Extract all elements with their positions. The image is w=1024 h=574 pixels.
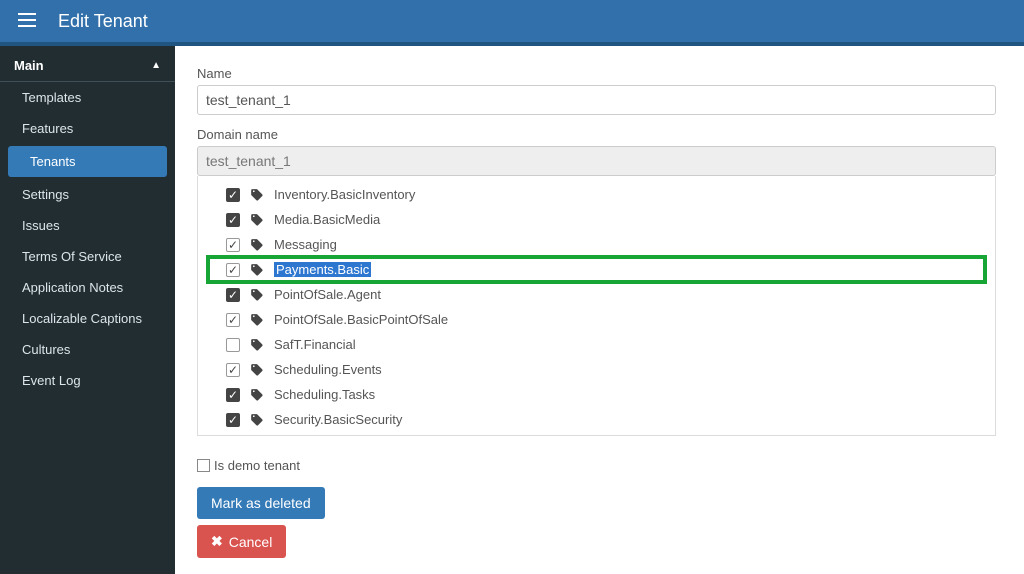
chevron-up-icon: ▲ bbox=[151, 60, 161, 71]
sidebar-item-templates[interactable]: Templates bbox=[0, 82, 175, 113]
cancel-label: Cancel bbox=[229, 534, 273, 550]
sidebar-item-cultures[interactable]: Cultures bbox=[0, 334, 175, 365]
feature-list-panel: ✓ Inventory.BasicInventory ✓ Media.BasicMed… bbox=[197, 176, 996, 436]
sidebar-item-application-notes[interactable]: Application Notes bbox=[0, 272, 175, 303]
feature-row: ✓ Scheduling.Tasks bbox=[208, 382, 985, 407]
check-icon: ✓ bbox=[228, 414, 238, 426]
feature-label[interactable]: Media.BasicMedia bbox=[274, 212, 380, 227]
feature-label[interactable]: SafT.Financial bbox=[274, 337, 356, 352]
feature-row: ✓ Inventory.BasicInventory bbox=[208, 182, 985, 207]
check-icon: ✓ bbox=[228, 189, 238, 201]
feature-checkbox[interactable]: ✓ bbox=[226, 363, 240, 377]
name-label: Name bbox=[197, 66, 996, 81]
check-icon: ✓ bbox=[228, 289, 238, 301]
sidebar-item-label: Terms Of Service bbox=[22, 249, 122, 264]
tag-icon bbox=[250, 413, 264, 427]
feature-checkbox[interactable]: ✓ bbox=[226, 288, 240, 302]
check-icon: ✓ bbox=[228, 214, 238, 226]
tag-icon bbox=[250, 263, 264, 277]
feature-label[interactable]: Scheduling.Tasks bbox=[274, 387, 375, 402]
tag-icon bbox=[250, 313, 264, 327]
sidebar-item-label: Application Notes bbox=[22, 280, 123, 295]
name-input[interactable] bbox=[197, 85, 996, 115]
tag-icon bbox=[250, 363, 264, 377]
feature-label[interactable]: PointOfSale.BasicPointOfSale bbox=[274, 312, 448, 327]
mark-as-deleted-button[interactable]: Mark as deleted bbox=[197, 487, 325, 519]
sidebar-item-label: Cultures bbox=[22, 342, 70, 357]
sidebar-item-label: Templates bbox=[22, 90, 81, 105]
sidebar-item-features[interactable]: Features bbox=[0, 113, 175, 144]
feature-checkbox[interactable]: ✓ bbox=[226, 238, 240, 252]
sidebar-item-label: Features bbox=[22, 121, 73, 136]
sidebar-item-label: Issues bbox=[22, 218, 60, 233]
is-demo-row: Is demo tenant bbox=[197, 458, 996, 473]
feature-row: ✓ Payments.Basic bbox=[208, 257, 985, 282]
tag-icon bbox=[250, 188, 264, 202]
check-icon: ✓ bbox=[228, 364, 238, 376]
feature-label[interactable]: Scheduling.Events bbox=[274, 362, 382, 377]
sidebar-section-title: Main bbox=[14, 58, 44, 73]
check-icon: ✓ bbox=[228, 389, 238, 401]
sidebar-item-issues[interactable]: Issues bbox=[0, 210, 175, 241]
feature-row: ✓ Messaging bbox=[208, 232, 985, 257]
feature-row: ✓ Scheduling.Events bbox=[208, 357, 985, 382]
sidebar: Main ▲ Templates Features Tenants Settings I… bbox=[0, 46, 175, 574]
main-content: Name Domain name ✓ Inventory.BasicInvento… bbox=[175, 46, 1024, 574]
domain-name-input bbox=[197, 146, 996, 176]
feature-checkbox[interactable]: ✓ bbox=[226, 188, 240, 202]
feature-checkbox[interactable] bbox=[226, 338, 240, 352]
feature-label[interactable]: Security.BasicSecurity bbox=[274, 412, 402, 427]
sidebar-item-tenants[interactable]: Tenants bbox=[8, 146, 167, 177]
sidebar-item-label: Tenants bbox=[30, 154, 76, 169]
feature-checkbox[interactable]: ✓ bbox=[226, 413, 240, 427]
feature-checkbox[interactable]: ✓ bbox=[226, 313, 240, 327]
is-demo-checkbox[interactable] bbox=[197, 459, 210, 472]
sidebar-section-header[interactable]: Main ▲ bbox=[0, 46, 175, 82]
sidebar-item-event-log[interactable]: Event Log bbox=[0, 365, 175, 396]
check-icon: ✓ bbox=[228, 239, 238, 251]
check-icon: ✓ bbox=[228, 314, 238, 326]
sidebar-item-settings[interactable]: Settings bbox=[0, 179, 175, 210]
feature-list-scroll[interactable]: ✓ Inventory.BasicInventory ✓ Media.BasicMed… bbox=[198, 176, 995, 435]
tag-icon bbox=[250, 338, 264, 352]
feature-checkbox[interactable]: ✓ bbox=[226, 213, 240, 227]
feature-row: ✓ Media.BasicMedia bbox=[208, 207, 985, 232]
tag-icon bbox=[250, 213, 264, 227]
feature-row: ✓ PointOfSale.Agent bbox=[208, 282, 985, 307]
tag-icon bbox=[250, 238, 264, 252]
sidebar-item-label: Event Log bbox=[22, 373, 81, 388]
topbar: Edit Tenant bbox=[0, 0, 1024, 42]
feature-row: ✓ PointOfSale.BasicPointOfSale bbox=[208, 307, 985, 332]
hamburger-icon[interactable] bbox=[18, 13, 36, 30]
tag-icon bbox=[250, 388, 264, 402]
cancel-button[interactable]: ✖ Cancel bbox=[197, 525, 286, 558]
feature-checkbox[interactable]: ✓ bbox=[226, 388, 240, 402]
is-demo-label: Is demo tenant bbox=[214, 458, 300, 473]
feature-label[interactable]: Payments.Basic bbox=[274, 262, 371, 277]
close-icon: ✖ bbox=[211, 533, 223, 550]
sidebar-item-label: Localizable Captions bbox=[22, 311, 142, 326]
feature-label[interactable]: Inventory.BasicInventory bbox=[274, 187, 415, 202]
feature-label[interactable]: Messaging bbox=[274, 237, 337, 252]
domain-name-label: Domain name bbox=[197, 127, 996, 142]
tag-icon bbox=[250, 288, 264, 302]
feature-row: SafT.Financial bbox=[208, 332, 985, 357]
sidebar-item-terms-of-service[interactable]: Terms Of Service bbox=[0, 241, 175, 272]
feature-checkbox[interactable]: ✓ bbox=[226, 263, 240, 277]
sidebar-item-label: Settings bbox=[22, 187, 69, 202]
sidebar-item-localizable-captions[interactable]: Localizable Captions bbox=[0, 303, 175, 334]
mark-as-deleted-label: Mark as deleted bbox=[211, 495, 311, 511]
check-icon: ✓ bbox=[228, 264, 238, 276]
feature-row: ✓ Security.BasicSecurity bbox=[208, 407, 985, 432]
feature-label[interactable]: PointOfSale.Agent bbox=[274, 287, 381, 302]
page-title: Edit Tenant bbox=[58, 11, 148, 32]
